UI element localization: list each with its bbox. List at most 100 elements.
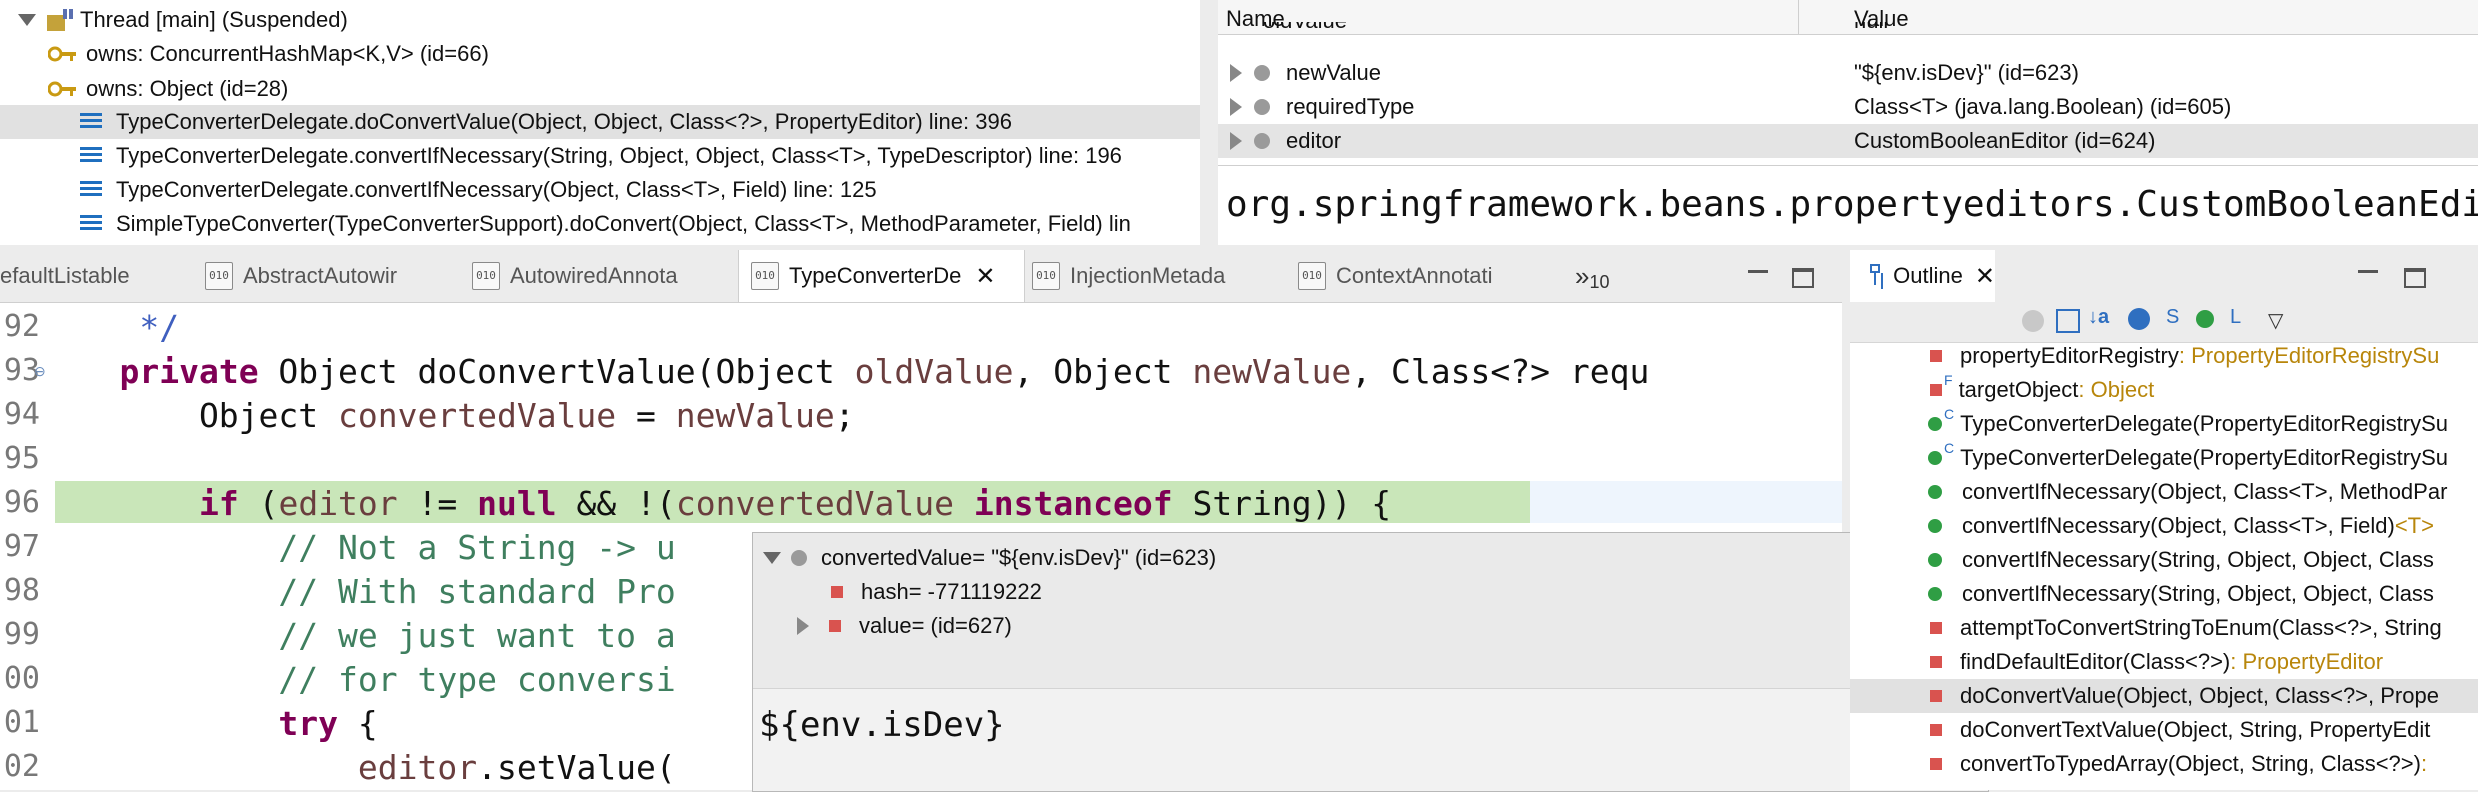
java-class-file-icon: 010 xyxy=(751,262,779,290)
outline-item[interactable]: doConvertTextValue(Object, String, Prope… xyxy=(1850,713,2478,747)
outline-item[interactable]: convertIfNecessary(String, Object, Objec… xyxy=(1850,577,2478,611)
outline-item[interactable]: F targetObject : Object xyxy=(1850,372,2478,407)
line-number: 02 xyxy=(3,749,40,784)
popup-field-row[interactable]: hash= -771119222 xyxy=(753,575,1988,609)
code-line: editor.setValue( xyxy=(357,748,676,787)
editor-tab-bar: efaultListable 010 AbstractAutowir 010 A… xyxy=(0,250,1842,303)
variable-inspect-popup[interactable]: convertedValue= "${env.isDev}" (id=623) … xyxy=(752,532,1989,792)
expand-icon[interactable] xyxy=(763,552,781,564)
popup-field-label: hash= -771119222 xyxy=(861,579,1042,604)
tab-autowiredannota[interactable]: 010 AutowiredAnnota xyxy=(472,250,678,302)
line-number: 98 xyxy=(3,573,40,608)
hide-local-types-icon[interactable]: L xyxy=(2230,306,2241,329)
expand-icon[interactable] xyxy=(1230,64,1242,82)
code-line: // Not a String -> u xyxy=(40,528,676,567)
outline-item-name: convertToTypedArray(Object, String, Clas… xyxy=(1960,751,2421,776)
stack-frame-label: SimpleTypeConverter(TypeConverterSupport… xyxy=(116,211,1131,236)
variable-row[interactable]: oldValue null xyxy=(1218,22,2478,42)
more-tabs-button[interactable]: » 10 xyxy=(1575,250,1610,302)
tab-abstractautowir[interactable]: 010 AbstractAutowir xyxy=(205,250,397,302)
constructor-icon: C xyxy=(1944,440,1955,456)
outline-item[interactable]: convertIfNecessary(String, Object, Objec… xyxy=(1850,543,2478,577)
outline-item[interactable]: convertToTypedArray(Object, String, Clas… xyxy=(1850,747,2478,781)
stack-frame-row[interactable]: TypeConverterDelegate.doConvertValue(Obj… xyxy=(0,105,1200,139)
outline-item[interactable]: findDefaultEditor(Class<?>) : PropertyEd… xyxy=(1850,645,2478,679)
tab-injectionmetada[interactable]: 010 InjectionMetada xyxy=(1032,250,1225,302)
outline-item-name: propertyEditorRegistry xyxy=(1960,343,2179,368)
stack-frame-row[interactable]: TypeConverterDelegate.convertIfNecessary… xyxy=(0,139,1200,173)
outline-item-name: doConvertValue(Object, Object, Class<?>,… xyxy=(1960,683,2439,708)
thread-row[interactable]: Thread [main] (Suspended) xyxy=(0,3,1200,37)
public-method-icon xyxy=(1928,519,1942,533)
lock-row[interactable]: owns: Object (id=28) xyxy=(0,72,1200,106)
stack-frame-row[interactable]: TypeConverterDelegate.convertIfNecessary… xyxy=(0,173,1200,207)
outline-item-name: TypeConverterDelegate(PropertyEditorRegi… xyxy=(1960,411,2449,436)
stack-frame-icon xyxy=(80,113,102,131)
tab-typeconverterde[interactable]: 010 TypeConverterDe ✕ xyxy=(738,250,1025,302)
tab-label: efaultListable xyxy=(0,263,130,288)
outline-item-type: : Object xyxy=(2078,377,2155,402)
variables-view: Name Value oldValue null newValue "${env… xyxy=(1218,0,2478,245)
stack-frame-icon xyxy=(80,147,102,165)
public-method-icon xyxy=(1928,451,1942,465)
popup-field-row[interactable]: value= (id=627) xyxy=(753,609,1988,643)
variable-value: Class<T> (java.lang.Boolean) (id=605) xyxy=(1854,94,2232,119)
local-variable-icon xyxy=(1254,65,1270,81)
hide-nonpublic-icon[interactable] xyxy=(2196,310,2214,328)
outline-item[interactable]: attemptToConvertStringToEnum(Class<?>, S… xyxy=(1850,611,2478,645)
outline-item-type: : xyxy=(2420,751,2428,776)
tab-defaultlistable[interactable]: efaultListable xyxy=(0,250,130,302)
outline-item[interactable]: propertyEditorRegistry : PropertyEditorR… xyxy=(1850,339,2478,373)
outline-item-type: <T> xyxy=(2394,513,2434,538)
popup-root-row[interactable]: convertedValue= "${env.isDev}" (id=623) xyxy=(753,541,1988,575)
debug-view: Thread [main] (Suspended) owns: Concurre… xyxy=(0,0,1200,245)
variable-row[interactable]: requiredType Class<T> (java.lang.Boolean… xyxy=(1218,90,2478,124)
public-method-icon xyxy=(1928,553,1942,567)
thread-label: Thread [main] (Suspended) xyxy=(80,7,348,32)
tab-label: AbstractAutowir xyxy=(243,263,398,288)
chevrons-icon: » xyxy=(1575,260,1590,291)
outline-item[interactable]: convertIfNecessary(Object, Class<T>, Met… xyxy=(1850,475,2478,509)
close-tab-icon[interactable]: ✕ xyxy=(975,262,995,291)
public-method-icon xyxy=(1928,417,1942,431)
popup-detail-pane[interactable]: ${env.isDev} xyxy=(753,688,1988,791)
stack-frame-icon xyxy=(80,181,102,199)
tab-contextannotati[interactable]: 010 ContextAnnotati xyxy=(1298,250,1493,302)
outline-view: Outline ✕ ↓a S L ▽ propertyEditorRegistr… xyxy=(1850,250,2478,790)
minimize-icon[interactable] xyxy=(2358,270,2378,273)
lock-row[interactable]: owns: ConcurrentHashMap<K,V> (id=66) xyxy=(0,37,1200,71)
variable-row[interactable]: newValue "${env.isDev}" (id=623) xyxy=(1218,56,2478,90)
expand-icon[interactable] xyxy=(1230,98,1242,116)
variable-row[interactable]: editor CustomBooleanEditor (id=624) xyxy=(1218,124,2478,158)
minimize-icon[interactable] xyxy=(1748,270,1768,273)
outline-item[interactable]: C TypeConverterDelegate(PropertyEditorRe… xyxy=(1850,440,2478,475)
popup-root-label: convertedValue= "${env.isDev}" (id=623) xyxy=(821,545,1217,570)
close-tab-icon[interactable]: ✕ xyxy=(1975,262,1995,291)
hide-static-icon[interactable]: S xyxy=(2166,306,2179,329)
view-menu-icon[interactable]: ▽ xyxy=(2268,308,2283,333)
private-field-icon xyxy=(831,586,843,598)
constructor-icon: C xyxy=(1944,406,1955,422)
outline-item-name: doConvertTextValue(Object, String, Prope… xyxy=(1960,717,2431,742)
collapse-all-icon[interactable] xyxy=(2022,310,2044,332)
variable-detail-pane[interactable]: org.springframework.beans.propertyeditor… xyxy=(1218,165,2478,245)
outline-item[interactable]: convertIfNecessary(Object, Class<T>, Fie… xyxy=(1850,509,2478,543)
hide-fields-icon[interactable] xyxy=(2128,308,2150,330)
outline-item[interactable]: C TypeConverterDelegate(PropertyEditorRe… xyxy=(1850,406,2478,441)
link-with-editor-icon[interactable] xyxy=(2056,309,2080,333)
variable-name: editor xyxy=(1286,128,1342,153)
final-icon: F xyxy=(1944,372,1953,388)
expand-icon[interactable] xyxy=(1230,132,1242,150)
java-class-file-icon: 010 xyxy=(472,262,500,290)
public-method-icon xyxy=(1928,587,1942,601)
expand-thread-icon[interactable] xyxy=(18,14,36,26)
stack-frame-row[interactable]: SimpleTypeConverter(TypeConverterSupport… xyxy=(0,207,1200,241)
local-variable-icon xyxy=(1254,133,1270,149)
maximize-icon[interactable] xyxy=(1792,268,1814,288)
tab-outline[interactable]: Outline ✕ xyxy=(1850,250,1995,302)
line-number: 92 xyxy=(3,309,40,344)
sort-icon[interactable]: ↓a xyxy=(2088,306,2109,329)
maximize-icon[interactable] xyxy=(2404,268,2426,288)
expand-icon[interactable] xyxy=(797,617,809,635)
outline-item-selected[interactable]: doConvertValue(Object, Object, Class<?>,… xyxy=(1850,679,2478,713)
